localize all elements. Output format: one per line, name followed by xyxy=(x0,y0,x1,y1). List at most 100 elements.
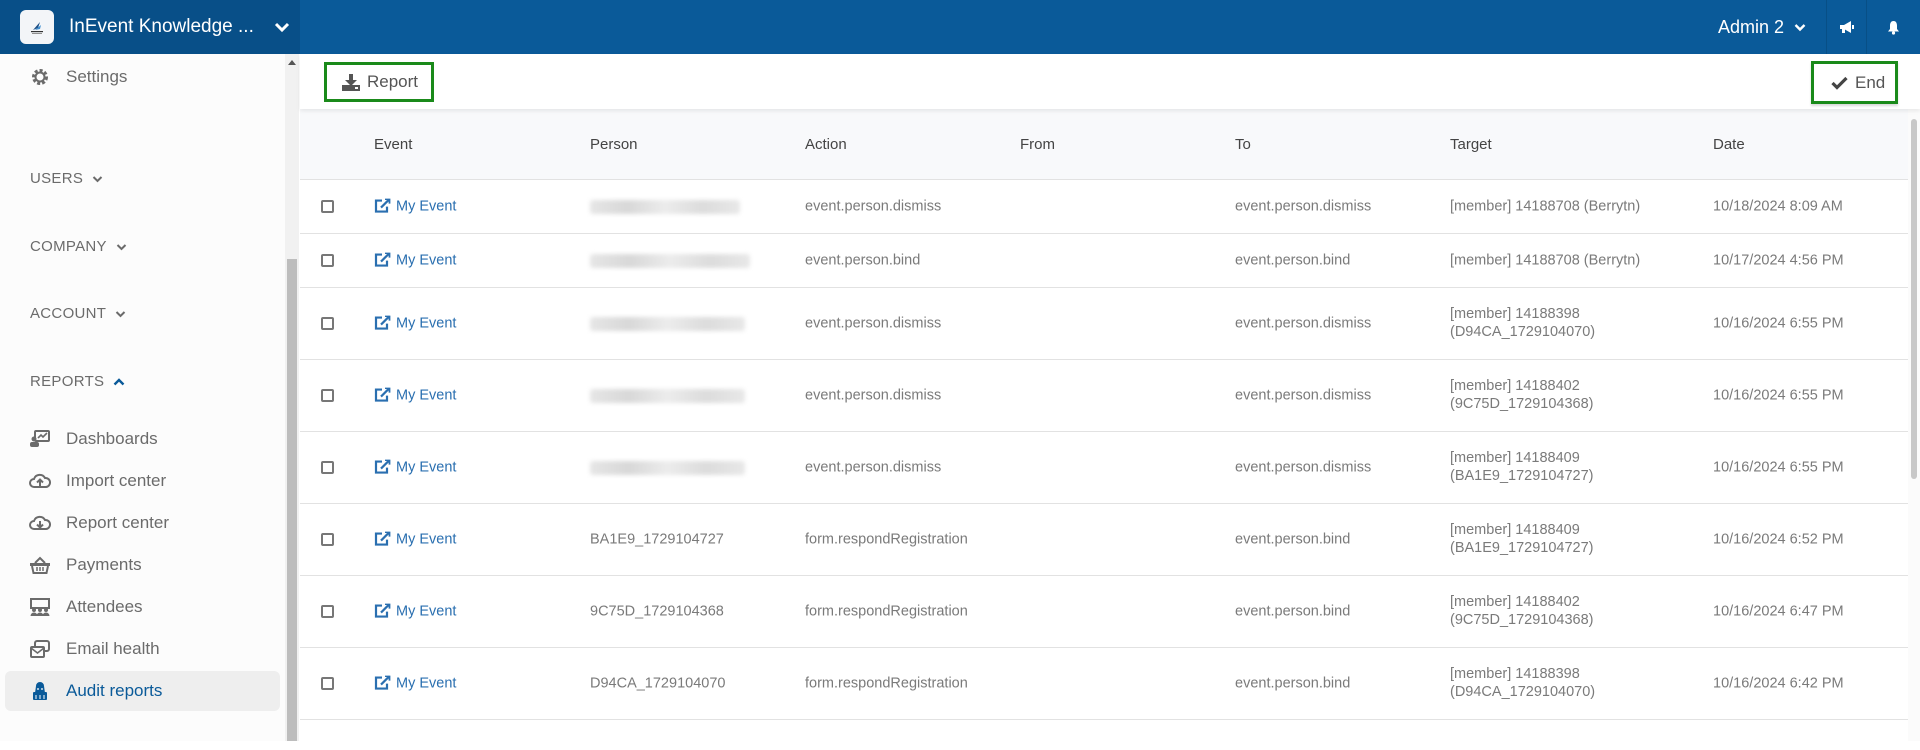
external-edit-icon xyxy=(374,316,391,331)
target-line-1: [member] 14188708 (Berrytn) xyxy=(1450,198,1641,215)
event-name: My Event xyxy=(396,315,457,332)
table-row[interactable]: My Event 9C75D_1729104368 form.respondRe… xyxy=(300,576,1908,648)
sidebar: Settings USERS COMPANY ACCOUNT REPORTS D… xyxy=(0,54,285,741)
column-header-from[interactable]: From xyxy=(1020,136,1055,153)
logo-icon xyxy=(31,22,43,34)
event-link[interactable]: My Event xyxy=(374,458,456,477)
column-header-to[interactable]: To xyxy=(1235,136,1251,153)
sidebar-section-reports[interactable]: REPORTS xyxy=(30,373,125,390)
row-checkbox[interactable] xyxy=(321,532,334,546)
date-cell: 10/16/2024 6:52 PM xyxy=(1713,531,1844,548)
table-row[interactable]: My Event event.person.dismiss event.pers… xyxy=(300,288,1908,360)
table-scrollbar[interactable] xyxy=(1908,109,1920,741)
row-checkbox[interactable] xyxy=(321,316,334,330)
event-link[interactable]: My Event xyxy=(374,674,456,693)
cloud-upload-icon xyxy=(25,471,55,491)
announcements-button[interactable] xyxy=(1826,0,1866,54)
top-bar: InEvent Knowledge ... Admin 2 xyxy=(0,0,1920,54)
sidebar-scrollbar-thumb[interactable] xyxy=(287,259,297,741)
chevron-down-icon[interactable] xyxy=(272,17,292,37)
event-name: My Event xyxy=(396,198,457,215)
column-header-action[interactable]: Action xyxy=(805,136,847,153)
row-checkbox[interactable] xyxy=(321,604,334,618)
date-cell: 10/18/2024 8:09 AM xyxy=(1713,198,1843,215)
section-label: ACCOUNT xyxy=(30,305,107,322)
sidebar-item-label: Dashboards xyxy=(66,429,158,448)
sidebar-item-label: Settings xyxy=(66,67,128,86)
target-cell: [member] 14188398 (D94CA_1729104070) xyxy=(1450,305,1595,343)
report-button[interactable]: Report xyxy=(324,62,434,102)
target-cell: [member] 14188402 (9C75D_1729104368) xyxy=(1450,593,1594,631)
action-cell: event.person.dismiss xyxy=(805,198,942,215)
date-cell: 10/16/2024 6:42 PM xyxy=(1713,675,1844,692)
scroll-up-arrow-icon[interactable] xyxy=(288,60,296,65)
target-line-2: (9C75D_1729104368) xyxy=(1450,612,1594,629)
event-name: My Event xyxy=(396,603,457,620)
sidebar-item-import-center[interactable]: Import center xyxy=(0,461,166,501)
sidebar-scrollbar[interactable] xyxy=(285,54,299,741)
chevron-down-icon xyxy=(116,243,127,251)
to-cell: event.person.bind xyxy=(1235,531,1351,548)
sidebar-section-company[interactable]: COMPANY xyxy=(30,238,127,255)
table-row[interactable]: My Event event.person.bind event.person.… xyxy=(300,234,1908,288)
external-edit-icon xyxy=(374,604,391,619)
date-cell: 10/16/2024 6:47 PM xyxy=(1713,603,1844,620)
user-menu[interactable]: Admin 2 xyxy=(1718,0,1826,54)
chevron-down-icon xyxy=(92,175,103,183)
target-line-1: [member] 14188402 xyxy=(1450,593,1580,610)
event-link[interactable]: My Event xyxy=(374,602,456,621)
table-row[interactable]: My Event event.person.dismiss event.pers… xyxy=(300,180,1908,234)
event-link[interactable]: My Event xyxy=(374,314,456,333)
column-header-event[interactable]: Event xyxy=(374,136,412,153)
event-name: My Event xyxy=(396,531,457,548)
target-line-2: (D94CA_1729104070) xyxy=(1450,684,1596,701)
table-row[interactable]: My Event BA1E9_1729104727 form.respondRe… xyxy=(300,504,1908,576)
row-checkbox[interactable] xyxy=(321,199,334,213)
sidebar-item-label: Attendees xyxy=(66,597,143,616)
sidebar-section-account[interactable]: ACCOUNT xyxy=(30,305,126,322)
event-link[interactable]: My Event xyxy=(374,251,456,270)
event-name: My Event xyxy=(396,675,457,692)
row-checkbox[interactable] xyxy=(321,253,334,267)
app-switcher[interactable]: InEvent Knowledge ... xyxy=(0,0,300,54)
sidebar-item-attendees[interactable]: Attendees xyxy=(0,587,143,627)
column-header-person[interactable]: Person xyxy=(590,136,638,153)
sidebar-item-settings[interactable]: Settings xyxy=(0,57,127,97)
person-cell: D94CA_1729104070 xyxy=(590,675,726,692)
row-checkbox[interactable] xyxy=(321,676,334,690)
external-edit-icon xyxy=(374,676,391,691)
user-name: Admin 2 xyxy=(1717,16,1784,37)
sidebar-section-users[interactable]: USERS xyxy=(30,170,103,187)
external-edit-icon xyxy=(374,253,391,268)
table-row-partial xyxy=(300,720,1908,750)
app-logo xyxy=(20,10,54,44)
column-header-target[interactable]: Target xyxy=(1450,136,1492,153)
date-cell: 10/16/2024 6:55 PM xyxy=(1713,387,1844,404)
table-row[interactable]: My Event D94CA_1729104070 form.respondRe… xyxy=(300,648,1908,720)
table-row[interactable]: My Event event.person.dismiss event.pers… xyxy=(300,360,1908,432)
event-link[interactable]: My Event xyxy=(374,530,456,549)
dashboard-icon xyxy=(25,429,55,449)
action-cell: event.person.dismiss xyxy=(805,459,942,476)
row-checkbox[interactable] xyxy=(321,460,334,474)
sidebar-item-audit-reports[interactable]: Audit reports xyxy=(5,671,280,711)
notifications-button[interactable] xyxy=(1866,0,1920,54)
sidebar-item-dashboards[interactable]: Dashboards xyxy=(0,419,158,459)
table-scrollbar-thumb[interactable] xyxy=(1911,119,1917,479)
attendees-icon xyxy=(25,597,55,617)
main-content: Report End Event Person Action From To T… xyxy=(300,54,1920,741)
column-header-date[interactable]: Date xyxy=(1713,136,1745,153)
target-cell: [member] 14188398 (D94CA_1729104070) xyxy=(1450,665,1595,703)
external-edit-icon xyxy=(374,199,391,214)
sidebar-item-report-center[interactable]: Report center xyxy=(0,503,169,543)
event-link[interactable]: My Event xyxy=(374,197,456,216)
sidebar-item-email-health[interactable]: Email health xyxy=(0,629,160,669)
event-link[interactable]: My Event xyxy=(374,386,456,405)
sidebar-item-payments[interactable]: Payments xyxy=(0,545,142,585)
cloud-download-icon xyxy=(25,513,55,533)
end-button[interactable]: End xyxy=(1811,61,1898,104)
to-cell: event.person.bind xyxy=(1235,603,1351,620)
target-cell: [member] 14188708 (Berrytn) xyxy=(1450,251,1640,270)
row-checkbox[interactable] xyxy=(321,388,334,402)
table-row[interactable]: My Event event.person.dismiss event.pers… xyxy=(300,432,1908,504)
